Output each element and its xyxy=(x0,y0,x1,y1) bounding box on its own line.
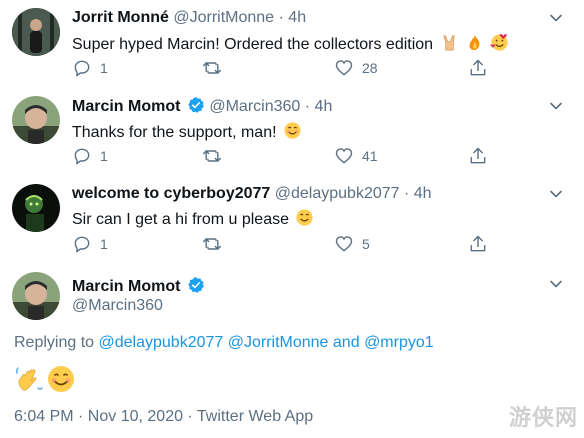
share-button[interactable] xyxy=(468,145,488,167)
avatar[interactable] xyxy=(12,96,60,144)
mention-link[interactable]: @mrpyo1 xyxy=(364,334,434,351)
fire-emoji-icon xyxy=(469,34,480,51)
avatar-image-icon xyxy=(12,272,60,320)
separator-dot: · xyxy=(304,98,311,115)
smiling-face-emoji-icon xyxy=(284,122,301,139)
separator-dot: · xyxy=(278,9,284,26)
handle-row: @Marcin360 xyxy=(72,296,163,316)
smiling-face-emoji-icon xyxy=(296,209,314,226)
tweet-time[interactable]: 4h xyxy=(288,9,306,26)
reply-icon xyxy=(74,148,90,165)
and-word: and xyxy=(332,334,360,351)
retweet-button[interactable] xyxy=(202,233,230,255)
tweet-text-container: Super hyped Marcin! Ordered the collecto… xyxy=(72,33,509,55)
heart-icon xyxy=(335,60,353,76)
tweet-time[interactable]: 4h xyxy=(414,185,432,202)
author-handle[interactable]: @Marcin360 xyxy=(72,297,163,314)
chevron-down-icon xyxy=(550,190,562,198)
avatar-image-icon xyxy=(12,184,60,232)
tweet-header: Marcin Momot xyxy=(72,276,205,297)
retweet-button[interactable] xyxy=(202,145,230,167)
chevron-down-icon xyxy=(550,280,562,288)
heart-icon xyxy=(335,236,353,252)
separator-dot: · xyxy=(404,185,410,202)
reply-button[interactable]: 1 xyxy=(72,145,108,167)
tweet-text-container: Sir can I get a hi from u please xyxy=(72,208,314,230)
avatar[interactable] xyxy=(12,184,60,232)
like-button[interactable]: 41 xyxy=(334,145,378,167)
retweet-icon xyxy=(202,62,222,74)
watermark: 游侠网 xyxy=(508,406,578,431)
smiling-face-hearts-emoji-icon xyxy=(490,34,509,51)
author-name[interactable]: welcome to cyberboy2077 xyxy=(72,185,270,202)
avatar-image-icon xyxy=(12,96,60,144)
tweet-actions: 1 5 xyxy=(72,233,572,255)
share-icon xyxy=(470,59,486,76)
author-handle[interactable]: @JorritMonne xyxy=(173,9,274,26)
chevron-down-icon xyxy=(550,14,562,22)
sign-of-horns-emoji-icon xyxy=(442,35,455,51)
avatar-image-icon xyxy=(12,8,60,56)
mention-link[interactable]: @delaypubk2077 xyxy=(99,334,224,351)
like-count: 41 xyxy=(362,148,378,164)
tweet-actions: 1 41 xyxy=(72,145,572,167)
reply-count: 1 xyxy=(100,60,108,76)
retweet-icon xyxy=(202,238,222,250)
tweet-text: Super hyped Marcin! Ordered the collecto… xyxy=(72,36,434,53)
mention-link[interactable]: @JorritMonne xyxy=(228,334,329,351)
share-button[interactable] xyxy=(468,233,488,255)
tweet-timestamp[interactable]: 6:04 PM · Nov 10, 2020 · Twitter Web App xyxy=(14,408,313,426)
heart-icon xyxy=(335,148,353,164)
author-name[interactable]: Marcin Momot xyxy=(72,98,180,115)
replying-to-label: Replying to xyxy=(14,334,95,351)
more-options-button[interactable] xyxy=(546,184,566,204)
share-icon xyxy=(470,235,486,252)
more-options-button[interactable] xyxy=(546,8,566,28)
tweet-time[interactable]: 4h xyxy=(315,98,333,115)
reply-button[interactable]: 1 xyxy=(72,233,108,255)
avatar[interactable] xyxy=(12,8,60,56)
tweet-header: welcome to cyberboy2077 @delaypubk2077 ·… xyxy=(72,184,432,204)
retweet-icon xyxy=(202,150,222,162)
tweet-text: Sir can I get a hi from u please xyxy=(72,211,289,228)
avatar[interactable] xyxy=(12,272,60,320)
tweet-header: Jorrit Monné @JorritMonne · 4h xyxy=(72,8,306,28)
tweet-actions: 1 28 xyxy=(72,57,572,79)
reply-button[interactable]: 1 xyxy=(72,57,108,79)
smiling-face-emoji-icon xyxy=(48,366,74,392)
like-count: 28 xyxy=(362,60,378,76)
verified-badge-icon xyxy=(188,97,204,113)
chevron-down-icon xyxy=(550,102,562,110)
like-button[interactable]: 28 xyxy=(334,57,378,79)
waving-hand-emoji-icon xyxy=(15,367,43,391)
tweet-header: Marcin Momot @Marcin360 · 4h xyxy=(72,96,332,117)
tweet-text: Thanks for the support, man! xyxy=(72,124,277,141)
reply-count: 1 xyxy=(100,236,108,252)
reply-icon xyxy=(74,60,90,77)
share-button[interactable] xyxy=(468,57,488,79)
author-name[interactable]: Marcin Momot xyxy=(72,278,180,295)
more-options-button[interactable] xyxy=(546,96,566,116)
replying-to: Replying to @delaypubk2077 @JorritMonne … xyxy=(14,334,434,352)
like-button[interactable]: 5 xyxy=(334,233,370,255)
reply-count: 1 xyxy=(100,148,108,164)
verified-badge-icon xyxy=(188,277,204,293)
share-icon xyxy=(470,147,486,164)
tweet-text-container: Thanks for the support, man! xyxy=(72,121,302,143)
more-options-button[interactable] xyxy=(546,274,566,294)
retweet-button[interactable] xyxy=(202,57,230,79)
author-handle[interactable]: @Marcin360 xyxy=(209,98,300,115)
author-name[interactable]: Jorrit Monné xyxy=(72,9,169,26)
like-count: 5 xyxy=(362,236,370,252)
author-handle[interactable]: @delaypubk2077 xyxy=(275,185,400,202)
reply-icon xyxy=(74,236,90,253)
